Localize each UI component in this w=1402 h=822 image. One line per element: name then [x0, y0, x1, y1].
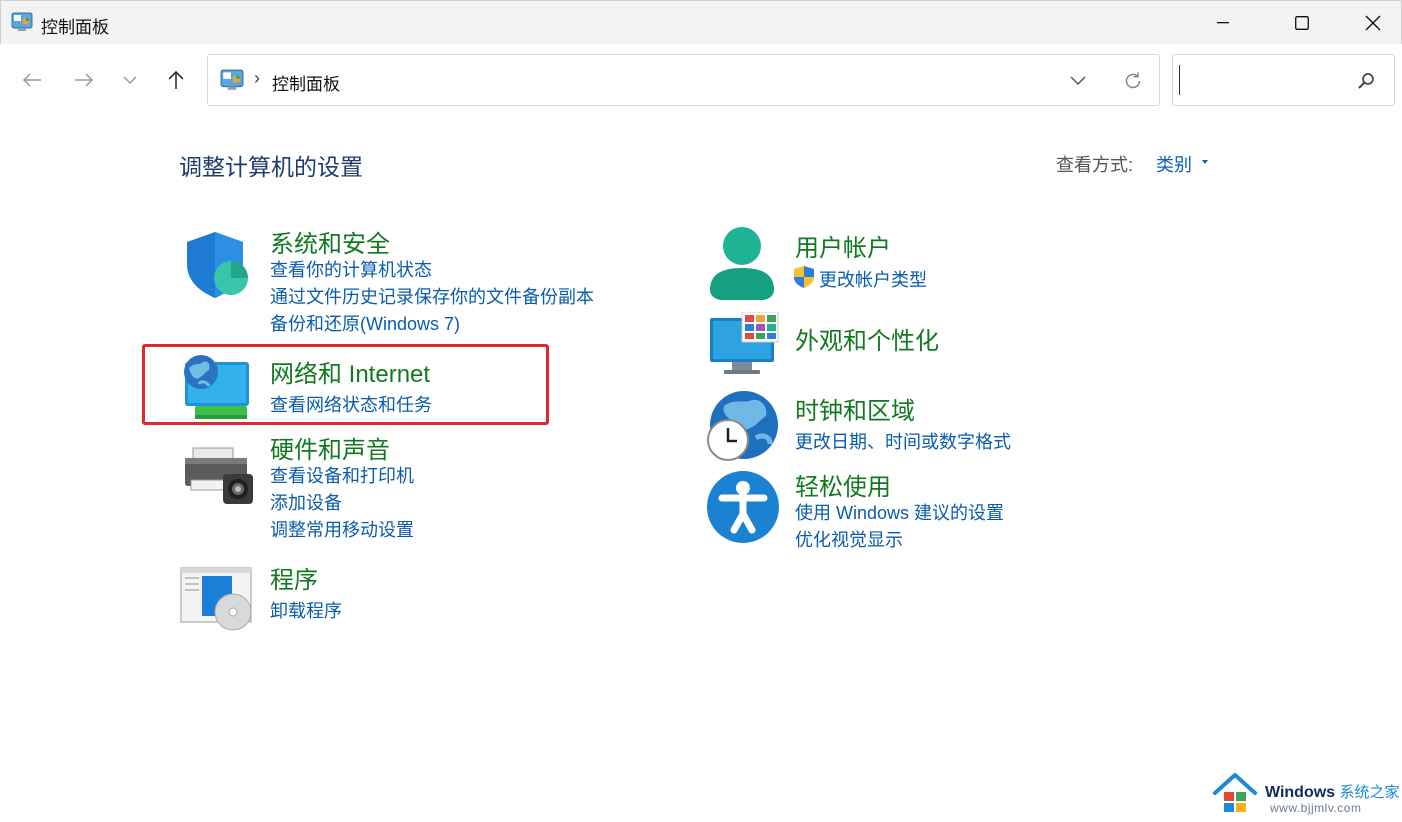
accessibility-icon[interactable] [706, 470, 780, 544]
category-title-ease-of-access[interactable]: 轻松使用 [795, 467, 891, 502]
watermark-brand: Windows 系统之家 [1265, 781, 1400, 802]
link-file-history-backup[interactable]: 通过文件历史记录保存你的文件备份副本 [270, 283, 594, 309]
navigation-bar: › 控制面板 [0, 44, 1402, 116]
control-panel-icon [220, 69, 244, 91]
window-title: 控制面板 [41, 18, 109, 37]
user-icon[interactable] [708, 226, 776, 300]
view-by-dropdown[interactable]: 类别 [1156, 151, 1192, 177]
house-windows-logo-icon [1212, 772, 1258, 816]
printer-icon[interactable] [183, 446, 255, 508]
category-title-hardware-sound[interactable]: 硬件和声音 [270, 430, 390, 465]
link-windows-suggested-settings[interactable]: 使用 Windows 建议的设置 [795, 499, 1004, 525]
breadcrumb-separator[interactable]: › [254, 68, 260, 89]
minimize-button[interactable] [1187, 1, 1259, 45]
close-icon [1365, 15, 1381, 31]
breadcrumb-control-panel[interactable]: 控制面板 [272, 70, 340, 95]
category-title-user-accounts[interactable]: 用户帐户 [795, 228, 891, 263]
category-title-system-security[interactable]: 系统和安全 [270, 224, 390, 259]
control-panel-icon [11, 12, 33, 32]
link-devices-printers[interactable]: 查看设备和打印机 [270, 462, 414, 488]
category-title-clock-region[interactable]: 时钟和区域 [795, 391, 915, 426]
arrow-left-icon [22, 73, 41, 87]
search-input[interactable] [1179, 65, 1349, 95]
link-optimize-visual-display[interactable]: 优化视觉显示 [795, 526, 903, 552]
view-by-label: 查看方式: [1056, 155, 1134, 175]
link-uninstall-program[interactable]: 卸载程序 [270, 597, 342, 623]
address-history-dropdown[interactable] [1066, 69, 1090, 93]
minimize-icon [1217, 22, 1229, 24]
search-box[interactable] [1172, 54, 1395, 106]
arrow-right-icon [75, 73, 94, 87]
maximize-button[interactable] [1266, 1, 1338, 45]
forward-button[interactable] [70, 66, 98, 94]
close-button[interactable] [1337, 1, 1402, 45]
link-mobility-settings[interactable]: 调整常用移动设置 [270, 516, 414, 542]
category-title-appearance[interactable]: 外观和个性化 [795, 321, 939, 356]
highlight-annotation-box [142, 344, 549, 425]
caret-down-icon[interactable] [1200, 158, 1210, 166]
up-button[interactable] [162, 66, 190, 94]
watermark: Windows 系统之家 www.bjjmlv.com [1212, 772, 1402, 820]
link-change-date-time-format[interactable]: 更改日期、时间或数字格式 [795, 428, 1011, 454]
uac-shield-icon [793, 265, 815, 289]
clock-globe-icon[interactable] [704, 388, 780, 464]
monitor-appearance-icon[interactable] [708, 311, 780, 376]
refresh-button[interactable] [1120, 68, 1146, 94]
category-title-programs[interactable]: 程序 [270, 560, 318, 595]
shield-icon[interactable] [181, 230, 253, 300]
link-add-device[interactable]: 添加设备 [270, 489, 342, 515]
back-button[interactable] [18, 66, 46, 94]
page-title: 调整计算机的设置 [179, 154, 363, 180]
link-view-computer-status[interactable]: 查看你的计算机状态 [270, 256, 432, 282]
link-change-account-type[interactable]: 更改帐户类型 [819, 266, 927, 292]
recent-locations-button[interactable] [116, 66, 144, 94]
watermark-brand-suffix: 系统之家 [1339, 784, 1400, 801]
search-icon[interactable] [1355, 70, 1377, 92]
programs-icon[interactable] [180, 566, 256, 632]
chevron-down-icon [123, 75, 137, 84]
arrow-up-icon [168, 70, 184, 89]
chevron-down-icon [1070, 76, 1086, 86]
watermark-url: www.bjjmlv.com [1270, 801, 1362, 815]
link-backup-restore[interactable]: 备份和还原(Windows 7) [270, 310, 460, 336]
watermark-brand-name: Windows [1265, 784, 1336, 801]
title-bar: 控制面板 [0, 0, 1402, 44]
refresh-icon [1125, 72, 1141, 89]
maximize-icon [1295, 16, 1309, 30]
address-bar[interactable]: › 控制面板 [207, 54, 1160, 106]
